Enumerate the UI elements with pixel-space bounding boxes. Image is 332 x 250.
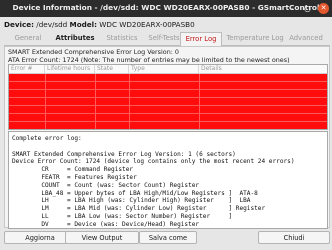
window-title: Device Information - /dev/sdd: WDC WD20E…: [12, 3, 320, 12]
close-icon[interactable]: ✕: [318, 3, 329, 14]
model-value: WDC WD20EARX-00PASB0: [99, 20, 195, 29]
window-titlebar: Device Information - /dev/sdd: WDC WD20E…: [0, 0, 332, 17]
close-button[interactable]: Chiudi: [258, 231, 330, 244]
view-output-button[interactable]: View Output: [65, 231, 139, 244]
save-as-button[interactable]: Salva come: [139, 231, 197, 244]
column-divider: [45, 74, 46, 129]
complete-error-log-textview[interactable]: Complete error log: SMART Extended Compr…: [8, 131, 328, 229]
column-header-type[interactable]: Type: [129, 65, 199, 73]
tab-statistics[interactable]: Statistics: [101, 32, 143, 44]
table-row[interactable]: [9, 121, 327, 122]
tab-self-tests[interactable]: Self-Tests: [143, 32, 185, 44]
tab-bar: General Attributes Statistics Self-Tests…: [4, 32, 330, 46]
column-header-details[interactable]: Details: [199, 65, 327, 73]
device-info-line: Device: /dev/sdd Model: WDC WD20EARX-00P…: [4, 20, 195, 29]
tab-attributes[interactable]: Attributes: [54, 32, 96, 44]
column-header-error-number[interactable]: Error #: [9, 65, 45, 73]
table-row[interactable]: [9, 81, 327, 82]
table-row[interactable]: [9, 105, 327, 106]
column-header-lifetime-hours[interactable]: Lifetime hours: [45, 65, 95, 73]
tab-general[interactable]: General: [8, 32, 48, 44]
minimize-icon[interactable]: –: [286, 3, 297, 14]
error-table[interactable]: Error # Lifetime hours State Type Detail…: [8, 64, 328, 130]
table-row[interactable]: [9, 89, 327, 90]
table-row[interactable]: [9, 113, 327, 114]
device-label: Device:: [4, 20, 34, 29]
bottom-button-bar: Aggiorna View Output Salva come Chiudi: [0, 228, 332, 250]
model-label: Model:: [69, 20, 97, 29]
device-value: /dev/sdd: [36, 20, 68, 29]
complete-error-log-text: Complete error log: SMART Extended Compr…: [12, 135, 295, 228]
maximize-icon[interactable]: ○: [302, 3, 313, 14]
tab-error-log[interactable]: Error Log: [180, 32, 222, 46]
column-divider: [199, 74, 200, 129]
column-header-state[interactable]: State: [95, 65, 129, 73]
column-divider: [95, 74, 96, 129]
error-table-header: Error # Lifetime hours State Type Detail…: [9, 65, 327, 74]
error-table-rows[interactable]: [9, 74, 327, 129]
tab-temperature-log[interactable]: Temperature Log: [224, 32, 286, 44]
log-version-text: SMART Extended Comprehensive Error Log V…: [8, 48, 179, 56]
ata-error-count-text: ATA Error Count: 1724 (Note: The number …: [8, 56, 290, 64]
table-row[interactable]: [9, 97, 327, 98]
tab-advanced[interactable]: Advanced: [286, 32, 326, 44]
column-divider: [129, 74, 130, 129]
